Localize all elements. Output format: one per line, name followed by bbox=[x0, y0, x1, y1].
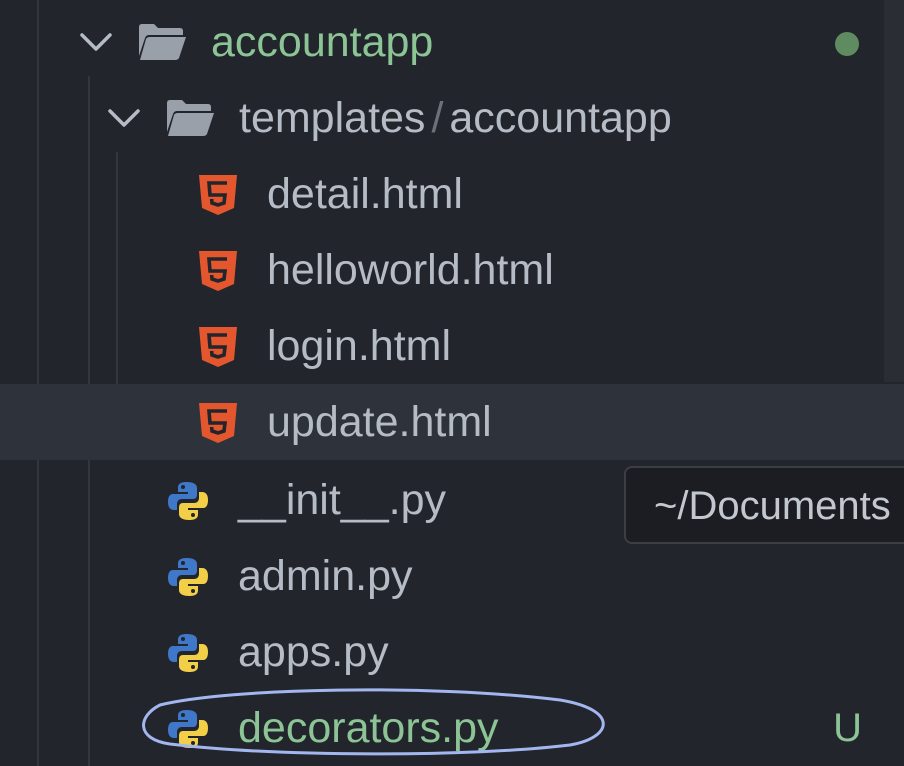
tree-item-login-html[interactable]: login.html bbox=[0, 308, 904, 384]
tree-item-update-html[interactable]: update.html bbox=[0, 384, 904, 460]
untracked-badge: U bbox=[833, 706, 862, 750]
tree-item-accountapp-folder[interactable]: accountapp bbox=[0, 4, 904, 80]
tree-item-admin-py[interactable]: admin.py bbox=[0, 538, 904, 614]
tree-item-templates-folder[interactable]: templates / accountapp bbox=[0, 80, 904, 156]
file-label: detail.html bbox=[267, 170, 463, 218]
modified-status-dot bbox=[835, 32, 859, 56]
html5-icon bbox=[199, 251, 237, 291]
tree-item-detail-html[interactable]: detail.html bbox=[0, 156, 904, 232]
python-icon bbox=[168, 634, 208, 672]
file-label: __init__.py bbox=[238, 476, 446, 524]
file-label: login.html bbox=[267, 322, 452, 370]
chevron-down-icon[interactable] bbox=[78, 26, 114, 58]
tooltip-text: ~/Documents bbox=[654, 484, 891, 528]
python-icon bbox=[168, 482, 208, 520]
file-label: update.html bbox=[267, 398, 492, 446]
file-label: apps.py bbox=[238, 628, 389, 676]
folder-name: templates bbox=[239, 94, 426, 142]
folder-open-icon bbox=[167, 100, 214, 136]
tree-item-helloworld-html[interactable]: helloworld.html bbox=[0, 232, 904, 308]
folder-label: accountapp bbox=[211, 18, 434, 66]
tree-item-apps-py[interactable]: apps.py bbox=[0, 614, 904, 690]
python-icon bbox=[168, 710, 208, 748]
folder-open-icon bbox=[139, 24, 186, 60]
file-label: admin.py bbox=[238, 552, 413, 600]
tree-item-decorators-py[interactable]: decorators.py U bbox=[0, 690, 904, 766]
folder-label: templates / accountapp bbox=[239, 92, 672, 144]
python-icon bbox=[168, 558, 208, 596]
file-label: decorators.py bbox=[238, 704, 499, 752]
file-label: helloworld.html bbox=[267, 246, 554, 294]
folder-subname: accountapp bbox=[449, 94, 672, 142]
chevron-down-icon[interactable] bbox=[106, 102, 142, 134]
file-explorer: accountapp templates / accountapp detail.h… bbox=[0, 0, 904, 766]
scrollbar[interactable] bbox=[884, 0, 904, 382]
html5-icon bbox=[199, 175, 237, 215]
path-separator: / bbox=[431, 94, 444, 142]
path-tooltip: ~/Documents bbox=[624, 466, 904, 544]
html5-icon bbox=[199, 403, 237, 443]
html5-icon bbox=[199, 327, 237, 367]
